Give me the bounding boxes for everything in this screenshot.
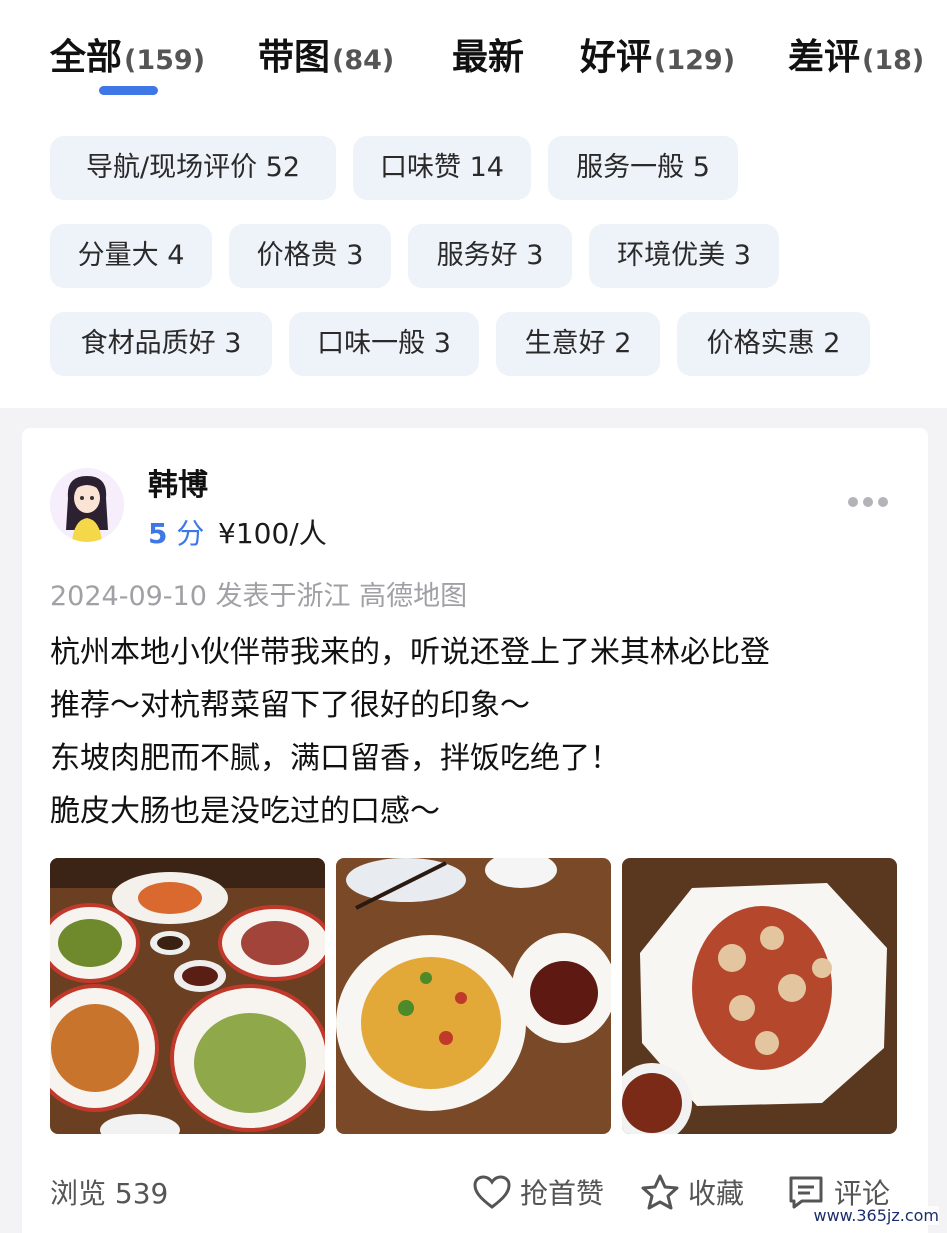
- tab-latest[interactable]: 最新: [452, 28, 526, 78]
- tab-label: 最新: [452, 37, 525, 78]
- watermark: www.365jz.com: [813, 1206, 939, 1225]
- review-photo[interactable]: [50, 858, 325, 1134]
- price-per-person: ¥100/人: [218, 517, 327, 550]
- tag-chip[interactable]: 服务好 3: [408, 224, 572, 288]
- review-photo[interactable]: [336, 858, 611, 1134]
- tag-chip[interactable]: 价格贵 3: [229, 224, 391, 288]
- review-line: 东坡肉肥而不腻，满口留香，拌饭吃绝了！: [50, 741, 620, 776]
- username[interactable]: 韩博: [148, 460, 208, 504]
- tab-positive[interactable]: 好评 (129): [580, 28, 735, 78]
- tab-negative[interactable]: 差评 (18): [788, 28, 924, 78]
- review-line: 杭州本地小伙伴带我来的，听说还登上了米其林必比登: [50, 635, 770, 670]
- review-line: 脆皮大肠也是没吃过的口感～: [50, 794, 440, 829]
- review-meta: 2024-09-10 发表于浙江 高德地图: [50, 581, 468, 612]
- tag-chip[interactable]: 环境优美 3: [589, 224, 779, 288]
- tag-chip[interactable]: 食材品质好 3: [50, 312, 272, 376]
- tab-all[interactable]: 全部 (159): [50, 28, 205, 78]
- tab-count: (129): [654, 45, 736, 76]
- filter-panel: 全部 (159) 带图 (84) 最新 好评 (129) 差评 (18) 导航/…: [0, 0, 947, 408]
- rating-score: 5 分: [148, 512, 204, 552]
- like-label: 抢首赞: [520, 1177, 605, 1210]
- more-options-icon[interactable]: [848, 497, 888, 507]
- tab-label: 带图: [258, 37, 331, 78]
- score-value: 5: [148, 517, 168, 550]
- tab-label: 全部: [50, 37, 123, 78]
- tab-label: 差评: [788, 37, 861, 78]
- review-text: 杭州本地小伙伴带我来的，听说还登上了米其林必比登 推荐～对杭帮菜留下了很好的印象…: [50, 626, 910, 838]
- tag-chip[interactable]: 口味一般 3: [289, 312, 479, 376]
- tab-count: (18): [862, 45, 925, 76]
- avatar[interactable]: [50, 468, 124, 542]
- favorite-button[interactable]: 收藏: [640, 1172, 744, 1212]
- tag-chip[interactable]: 生意好 2: [496, 312, 660, 376]
- review-photo[interactable]: [622, 858, 897, 1134]
- tag-chip[interactable]: 价格实惠 2: [677, 312, 870, 376]
- score-unit: 分: [176, 517, 205, 550]
- active-tab-indicator: [99, 86, 158, 95]
- like-button[interactable]: 抢首赞: [472, 1172, 604, 1212]
- heart-icon: [473, 1175, 511, 1209]
- tag-chip[interactable]: 导航/现场评价 52: [50, 136, 336, 200]
- tab-label: 好评: [580, 37, 653, 78]
- tab-with-images[interactable]: 带图 (84): [258, 28, 394, 78]
- view-count: 浏览 539: [50, 1177, 169, 1210]
- star-icon: [641, 1174, 679, 1210]
- tab-count: (159): [124, 45, 206, 76]
- tag-chip[interactable]: 服务一般 5: [548, 136, 738, 200]
- review-line: 推荐～对杭帮菜留下了很好的印象～: [50, 688, 530, 723]
- tag-chip[interactable]: 口味赞 14: [353, 136, 531, 200]
- tag-chip[interactable]: 分量大 4: [50, 224, 212, 288]
- tab-count: (84): [332, 45, 395, 76]
- favorite-label: 收藏: [688, 1177, 745, 1210]
